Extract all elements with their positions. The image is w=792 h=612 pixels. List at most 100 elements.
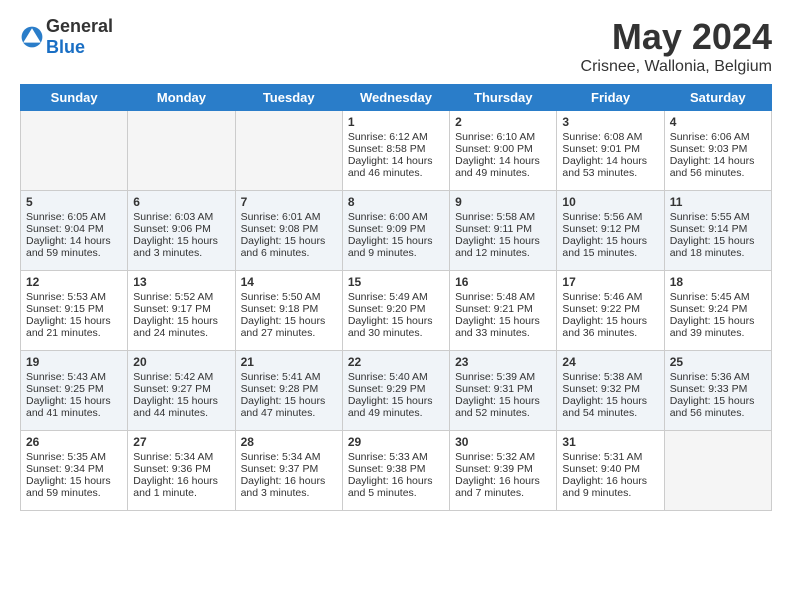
day-line2: Sunset: 9:28 PM <box>241 383 319 395</box>
day-line4: and 12 minutes. <box>455 247 530 259</box>
day-line4: and 1 minute. <box>133 487 197 499</box>
day-line1: Sunrise: 5:31 AM <box>562 451 642 463</box>
day-line3: Daylight: 16 hours <box>133 475 218 487</box>
day-line1: Sunrise: 6:12 AM <box>348 131 428 143</box>
day-line3: Daylight: 15 hours <box>241 235 326 247</box>
day-line3: Daylight: 15 hours <box>670 235 755 247</box>
header-wednesday: Wednesday <box>342 85 449 111</box>
day-line2: Sunset: 9:31 PM <box>455 383 533 395</box>
day-line4: and 9 minutes. <box>562 487 631 499</box>
day-line1: Sunrise: 5:53 AM <box>26 291 106 303</box>
day-line2: Sunset: 9:40 PM <box>562 463 640 475</box>
day-cell-4-7: 25 Sunrise: 5:36 AM Sunset: 9:33 PM Dayl… <box>664 351 771 431</box>
logo-general: General <box>46 16 113 36</box>
day-line1: Sunrise: 6:10 AM <box>455 131 535 143</box>
day-line4: and 33 minutes. <box>455 327 530 339</box>
day-cell-3-7: 18 Sunrise: 5:45 AM Sunset: 9:24 PM Dayl… <box>664 271 771 351</box>
day-line2: Sunset: 9:14 PM <box>670 223 748 235</box>
day-cell-1-7: 4 Sunrise: 6:06 AM Sunset: 9:03 PM Dayli… <box>664 111 771 191</box>
day-line2: Sunset: 9:00 PM <box>455 143 533 155</box>
day-line3: Daylight: 14 hours <box>455 155 540 167</box>
day-cell-4-3: 21 Sunrise: 5:41 AM Sunset: 9:28 PM Dayl… <box>235 351 342 431</box>
day-cell-3-4: 15 Sunrise: 5:49 AM Sunset: 9:20 PM Dayl… <box>342 271 449 351</box>
day-line3: Daylight: 15 hours <box>26 315 111 327</box>
day-number: 12 <box>26 275 122 289</box>
day-line4: and 59 minutes. <box>26 247 101 259</box>
day-line4: and 3 minutes. <box>241 487 310 499</box>
day-line1: Sunrise: 5:52 AM <box>133 291 213 303</box>
day-cell-1-3 <box>235 111 342 191</box>
day-line3: Daylight: 15 hours <box>348 235 433 247</box>
day-line4: and 49 minutes. <box>455 167 530 179</box>
day-line2: Sunset: 9:34 PM <box>26 463 104 475</box>
day-line1: Sunrise: 6:06 AM <box>670 131 750 143</box>
day-line3: Daylight: 15 hours <box>348 315 433 327</box>
day-line4: and 5 minutes. <box>348 487 417 499</box>
day-number: 30 <box>455 435 551 449</box>
day-cell-5-7 <box>664 431 771 511</box>
day-number: 19 <box>26 355 122 369</box>
day-line1: Sunrise: 5:58 AM <box>455 211 535 223</box>
day-cell-1-4: 1 Sunrise: 6:12 AM Sunset: 8:58 PM Dayli… <box>342 111 449 191</box>
day-line1: Sunrise: 5:33 AM <box>348 451 428 463</box>
day-line3: Daylight: 15 hours <box>133 235 218 247</box>
day-cell-4-4: 22 Sunrise: 5:40 AM Sunset: 9:29 PM Dayl… <box>342 351 449 431</box>
day-line1: Sunrise: 5:55 AM <box>670 211 750 223</box>
week-row-5: 26 Sunrise: 5:35 AM Sunset: 9:34 PM Dayl… <box>21 431 772 511</box>
day-cell-1-1 <box>21 111 128 191</box>
day-number: 4 <box>670 115 766 129</box>
day-line1: Sunrise: 5:35 AM <box>26 451 106 463</box>
logo-blue: Blue <box>46 37 85 57</box>
day-line1: Sunrise: 6:03 AM <box>133 211 213 223</box>
day-line1: Sunrise: 6:05 AM <box>26 211 106 223</box>
day-number: 26 <box>26 435 122 449</box>
day-number: 2 <box>455 115 551 129</box>
day-line2: Sunset: 8:58 PM <box>348 143 426 155</box>
day-cell-5-2: 27 Sunrise: 5:34 AM Sunset: 9:36 PM Dayl… <box>128 431 235 511</box>
week-row-3: 12 Sunrise: 5:53 AM Sunset: 9:15 PM Dayl… <box>21 271 772 351</box>
day-line2: Sunset: 9:38 PM <box>348 463 426 475</box>
day-line1: Sunrise: 5:38 AM <box>562 371 642 383</box>
day-line1: Sunrise: 5:34 AM <box>133 451 213 463</box>
day-number: 3 <box>562 115 658 129</box>
day-line1: Sunrise: 5:36 AM <box>670 371 750 383</box>
day-line4: and 39 minutes. <box>670 327 745 339</box>
day-number: 23 <box>455 355 551 369</box>
day-line2: Sunset: 9:33 PM <box>670 383 748 395</box>
day-line3: Daylight: 15 hours <box>562 395 647 407</box>
day-line3: Daylight: 15 hours <box>26 395 111 407</box>
day-line3: Daylight: 15 hours <box>455 395 540 407</box>
day-number: 24 <box>562 355 658 369</box>
day-cell-2-3: 7 Sunrise: 6:01 AM Sunset: 9:08 PM Dayli… <box>235 191 342 271</box>
day-line2: Sunset: 9:09 PM <box>348 223 426 235</box>
day-line2: Sunset: 9:29 PM <box>348 383 426 395</box>
day-line4: and 24 minutes. <box>133 327 208 339</box>
day-cell-4-5: 23 Sunrise: 5:39 AM Sunset: 9:31 PM Dayl… <box>450 351 557 431</box>
day-line3: Daylight: 15 hours <box>241 395 326 407</box>
logo: General Blue <box>20 16 113 58</box>
day-number: 16 <box>455 275 551 289</box>
day-line1: Sunrise: 5:41 AM <box>241 371 321 383</box>
day-line4: and 53 minutes. <box>562 167 637 179</box>
day-line4: and 52 minutes. <box>455 407 530 419</box>
day-number: 5 <box>26 195 122 209</box>
day-line1: Sunrise: 5:43 AM <box>26 371 106 383</box>
day-line1: Sunrise: 5:40 AM <box>348 371 428 383</box>
day-line1: Sunrise: 5:49 AM <box>348 291 428 303</box>
title-block: May 2024 Crisnee, Wallonia, Belgium <box>581 16 772 76</box>
day-line2: Sunset: 9:06 PM <box>133 223 211 235</box>
day-line2: Sunset: 9:18 PM <box>241 303 319 315</box>
day-number: 22 <box>348 355 444 369</box>
day-cell-5-6: 31 Sunrise: 5:31 AM Sunset: 9:40 PM Dayl… <box>557 431 664 511</box>
day-line1: Sunrise: 5:46 AM <box>562 291 642 303</box>
header: General Blue May 2024 Crisnee, Wallonia,… <box>20 16 772 76</box>
day-line3: Daylight: 15 hours <box>562 235 647 247</box>
day-line3: Daylight: 16 hours <box>348 475 433 487</box>
day-line3: Daylight: 15 hours <box>670 395 755 407</box>
day-cell-3-6: 17 Sunrise: 5:46 AM Sunset: 9:22 PM Dayl… <box>557 271 664 351</box>
day-line4: and 54 minutes. <box>562 407 637 419</box>
day-line4: and 46 minutes. <box>348 167 423 179</box>
header-thursday: Thursday <box>450 85 557 111</box>
week-row-4: 19 Sunrise: 5:43 AM Sunset: 9:25 PM Dayl… <box>21 351 772 431</box>
day-line3: Daylight: 15 hours <box>241 315 326 327</box>
